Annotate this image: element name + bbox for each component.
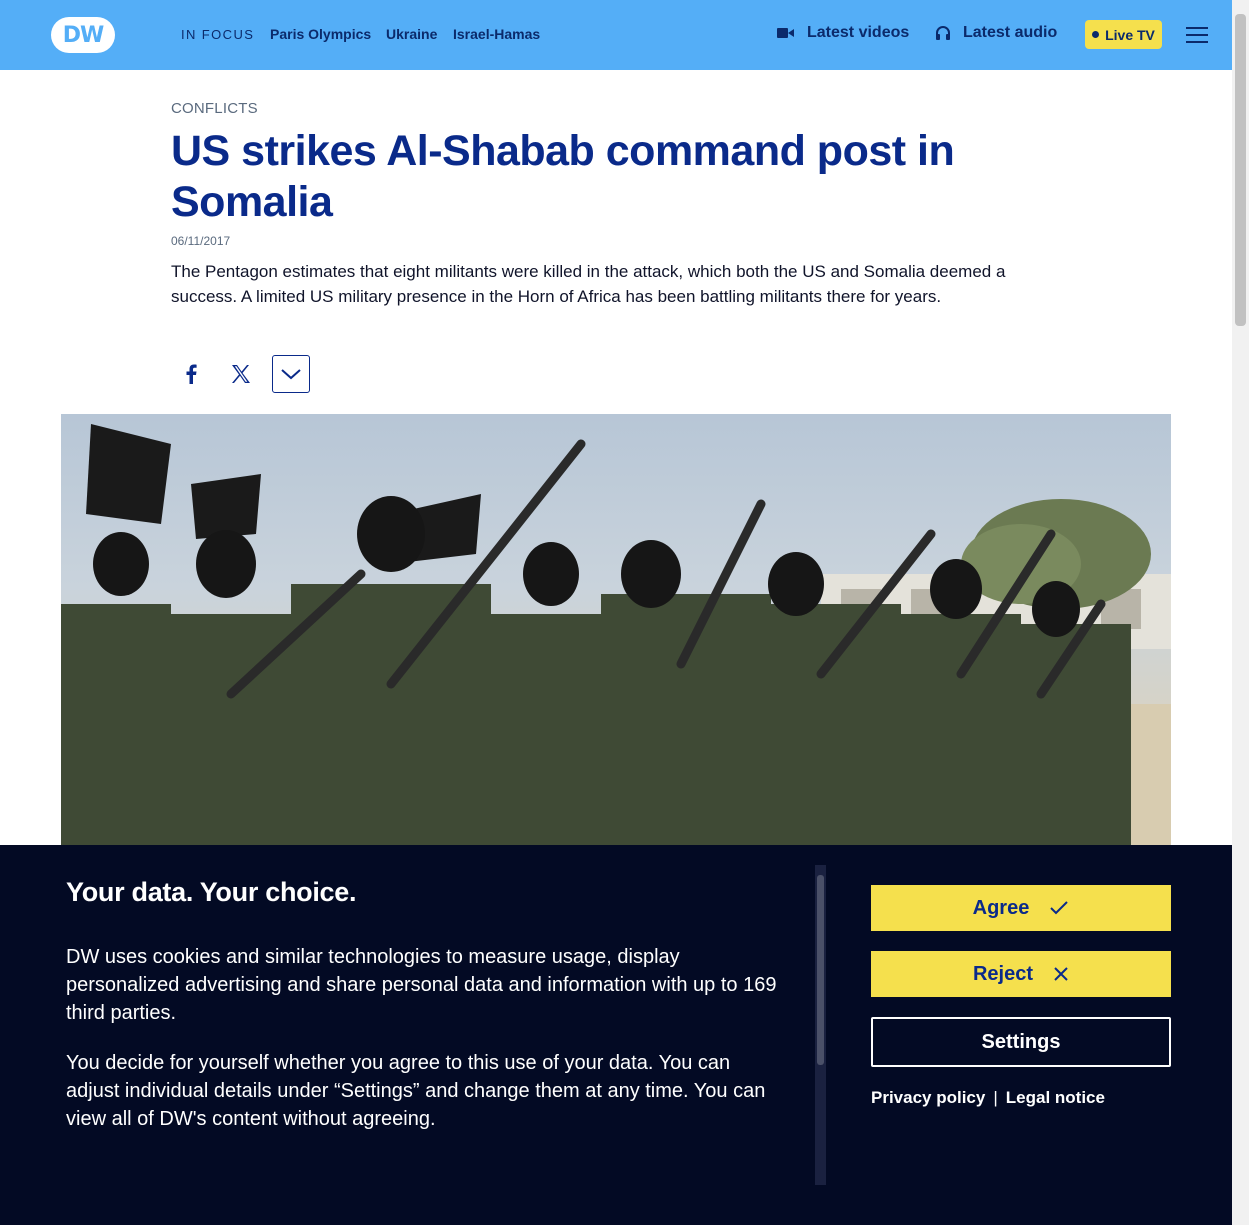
focus-link-ukraine[interactable]: Ukraine	[386, 26, 437, 42]
cookie-paragraph-choice: You decide for yourself whether you agre…	[66, 1052, 766, 1130]
chevron-down-icon	[281, 369, 301, 380]
live-tv-button[interactable]: Live TV	[1085, 20, 1162, 49]
menu-icon[interactable]	[1186, 25, 1208, 43]
militants-photo	[61, 424, 1171, 845]
focus-link-israel-hamas[interactable]: Israel-Hamas	[453, 26, 540, 42]
headphones-icon	[935, 25, 951, 41]
privacy-policy-link[interactable]: Privacy policy	[871, 1088, 985, 1108]
article-teaser: The Pentagon estimates that eight milita…	[171, 262, 1006, 306]
reject-button[interactable]: Reject	[871, 951, 1171, 997]
article-date: 06/11/2017	[171, 234, 231, 248]
legal-notice-link[interactable]: Legal notice	[1006, 1088, 1105, 1108]
cookie-consent-banner: Your data. Your choice. DW uses cookies …	[0, 845, 1232, 1225]
latest-videos-label: Latest videos	[807, 24, 910, 41]
focus-link-paris-olympics[interactable]: Paris Olympics	[270, 26, 371, 42]
settings-button[interactable]: Settings	[871, 1017, 1171, 1067]
x-share-button[interactable]	[222, 355, 260, 393]
hero-image	[61, 414, 1171, 845]
cookie-text-scrollbar-thumb[interactable]	[817, 875, 824, 1065]
close-icon	[1054, 967, 1068, 981]
cookie-text-scrollbar[interactable]	[815, 865, 826, 1185]
page-scrollbar[interactable]	[1232, 0, 1249, 1225]
cookie-paragraph-usage: DW uses cookies and similar technologies…	[66, 946, 777, 1024]
latest-audio-link[interactable]: Latest audio	[935, 24, 1057, 42]
legal-links: Privacy policy | Legal notice	[871, 1088, 1105, 1108]
checkmark-icon	[1050, 901, 1069, 915]
facebook-share-button[interactable]	[172, 355, 210, 393]
video-camera-icon	[777, 26, 795, 40]
live-dot-icon	[1092, 31, 1100, 38]
cookie-title: Your data. Your choice.	[66, 877, 357, 907]
article-category[interactable]: CONFLICTS	[171, 100, 258, 117]
agree-label: Agree	[972, 896, 1030, 919]
live-tv-label: Live TV	[1105, 26, 1155, 43]
x-icon	[232, 365, 250, 383]
dw-logo[interactable]: DW	[51, 17, 115, 53]
facebook-icon	[186, 364, 197, 384]
link-separator: |	[993, 1088, 998, 1107]
agree-button[interactable]: Agree	[871, 885, 1171, 931]
settings-label: Settings	[981, 1030, 1061, 1053]
in-focus-label: IN FOCUS	[181, 27, 255, 42]
page-scrollbar-thumb[interactable]	[1235, 14, 1246, 326]
more-share-options-button[interactable]	[272, 355, 310, 393]
reject-label: Reject	[972, 962, 1034, 985]
article-title: US strikes Al-Shabab command post in Som…	[171, 127, 955, 226]
latest-videos-link[interactable]: Latest videos	[777, 24, 909, 42]
latest-audio-label: Latest audio	[963, 24, 1058, 41]
site-header: DW IN FOCUS Paris Olympics Ukraine Israe…	[0, 0, 1232, 70]
